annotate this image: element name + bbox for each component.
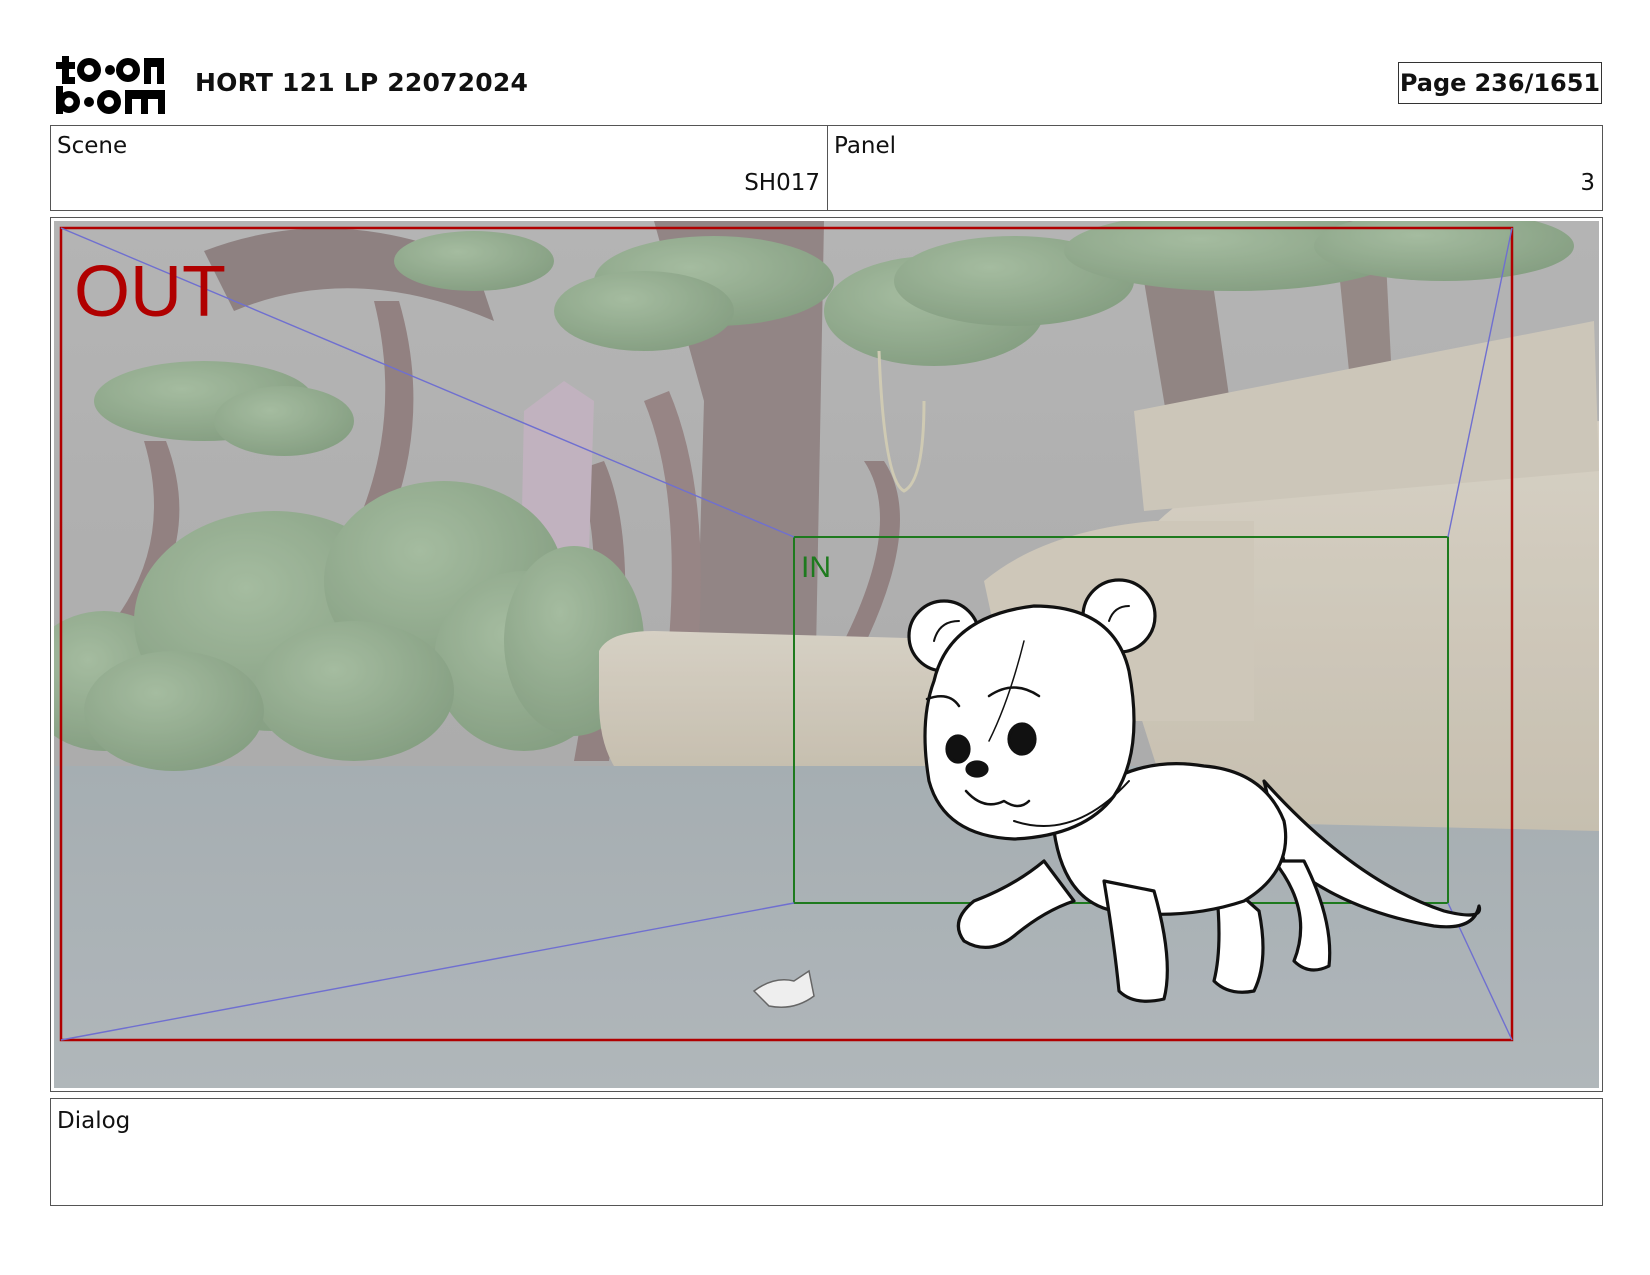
scene-cell: Scene SH017 — [51, 126, 828, 210]
dialog-label: Dialog — [57, 1108, 131, 1134]
panel-cell: Panel 3 — [828, 126, 1602, 210]
background-art — [54, 221, 1599, 1088]
storyboard-frame: OUT IN — [50, 217, 1603, 1092]
page-indicator: Page 236/1651 — [1398, 62, 1602, 104]
in-label: IN — [801, 551, 831, 584]
page-label: Page — [1399, 69, 1467, 97]
panel-value: 3 — [1580, 170, 1595, 196]
dialog-box: Dialog — [50, 1098, 1603, 1206]
scene-label: Scene — [57, 133, 128, 159]
out-label: OUT — [74, 252, 226, 332]
page-number: 236/1651 — [1474, 69, 1601, 97]
scene-value: SH017 — [744, 170, 820, 196]
toonboom-logo — [56, 56, 165, 114]
panel-artwork: OUT IN — [54, 221, 1599, 1088]
scene-panel-info: Scene SH017 Panel 3 — [50, 125, 1603, 211]
document-title: HORT 121 LP 22072024 — [195, 68, 529, 97]
panel-label: Panel — [834, 133, 897, 159]
